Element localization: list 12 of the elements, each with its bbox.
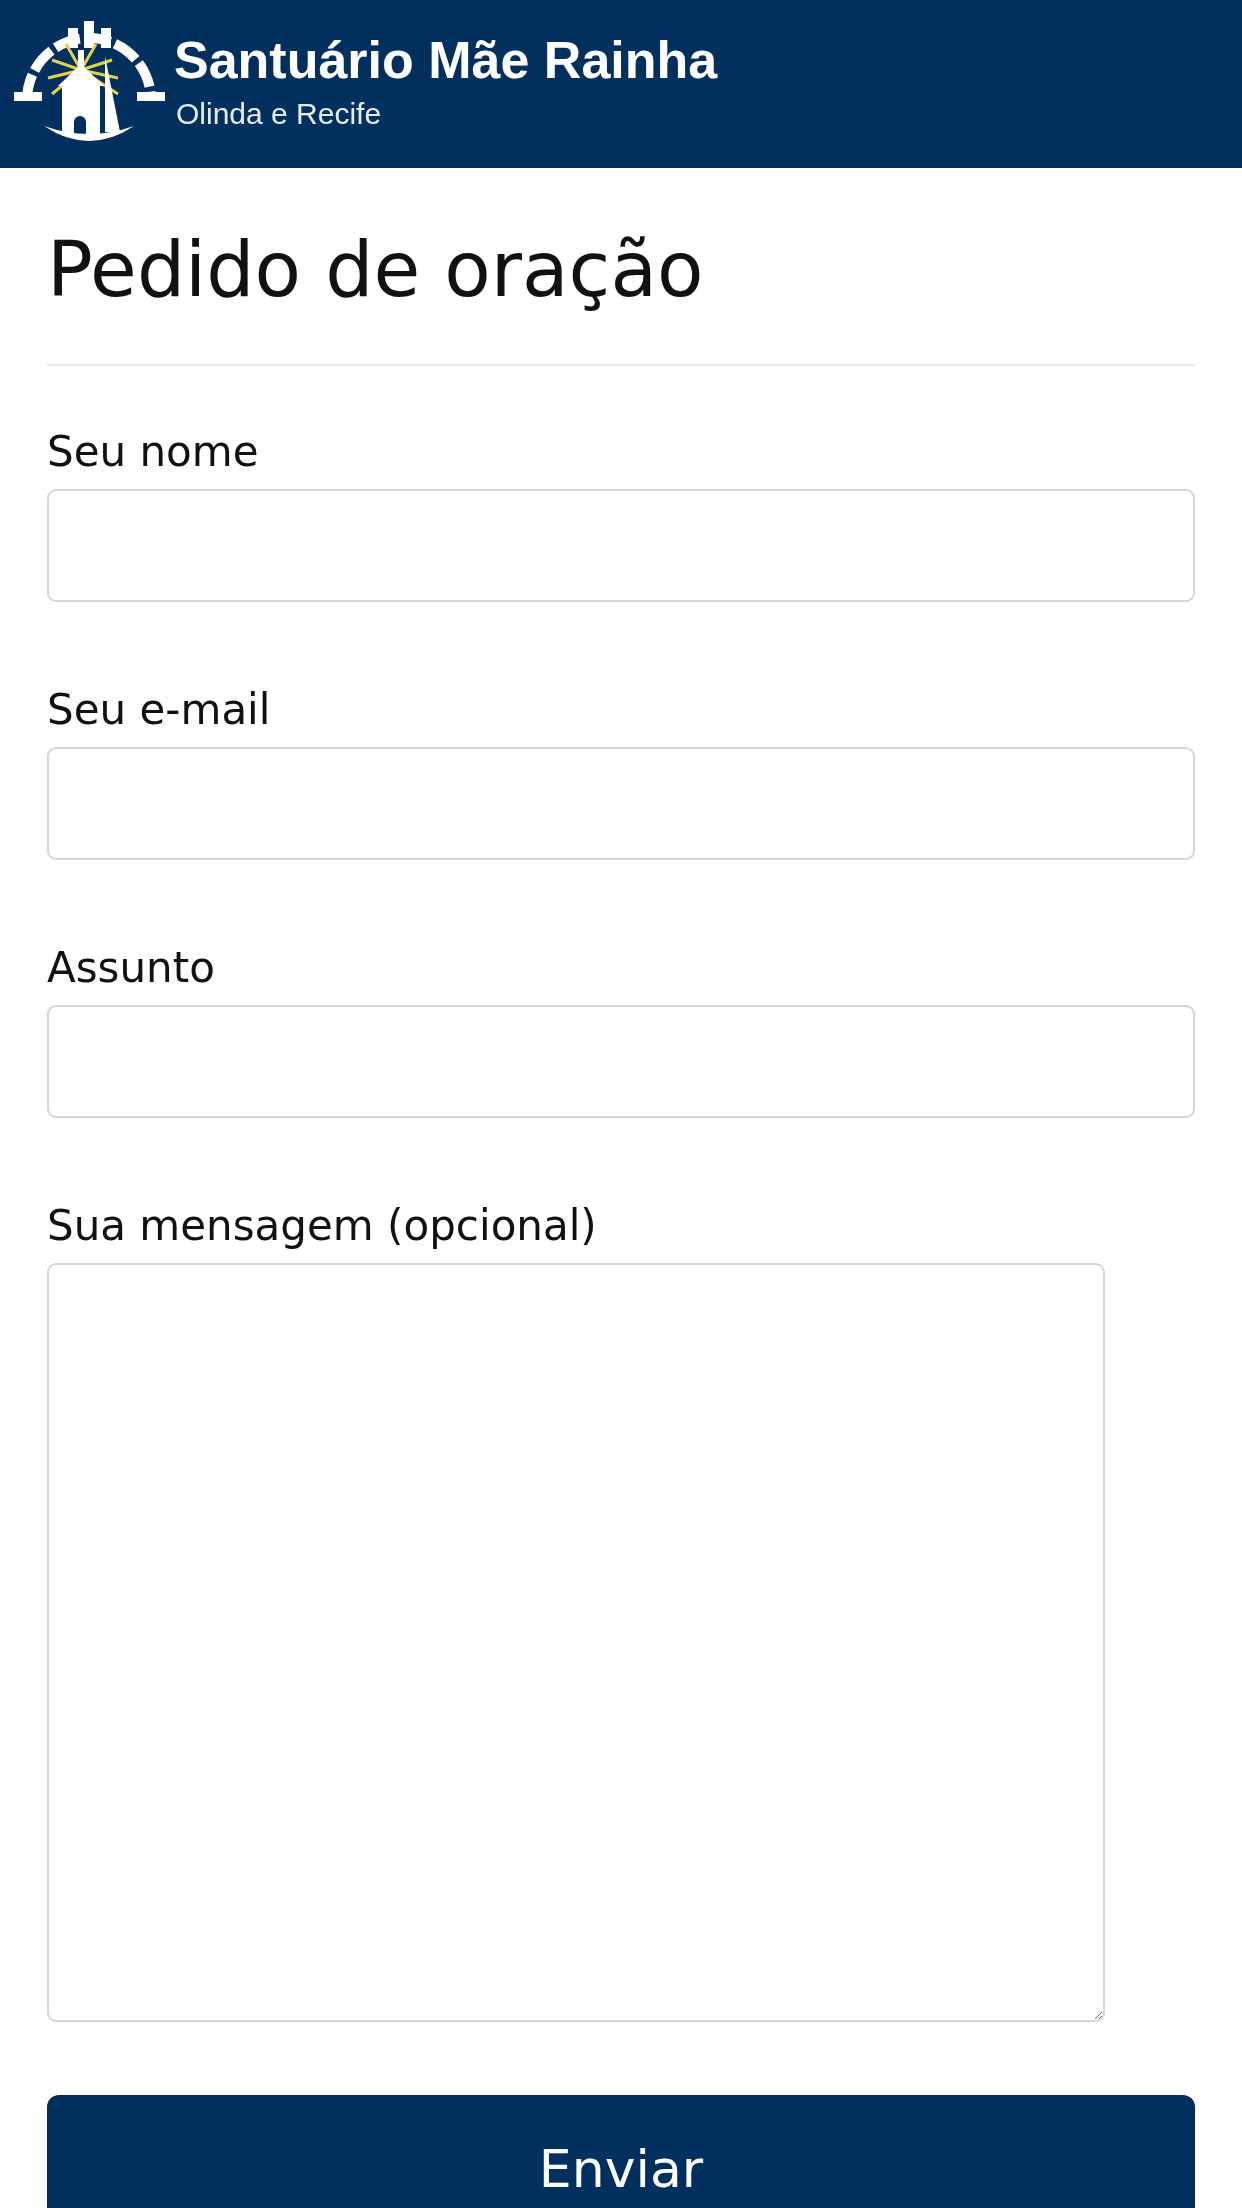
field-label: Seu e-mail — [47, 685, 271, 735]
input-field[interactable] — [47, 489, 1195, 602]
field-label: Seu nome — [47, 427, 259, 477]
field-label: Sua mensagem (opcional) — [47, 1201, 597, 1251]
submit-button[interactable]: Enviar — [47, 2095, 1195, 2208]
logo-title: Santuário Mãe Rainha — [174, 30, 718, 90]
input-field[interactable] — [47, 1005, 1195, 1118]
field-label: Assunto — [47, 943, 215, 993]
page-title: Pedido de oração — [47, 224, 705, 315]
logo-subtitle: Olinda e Recife — [176, 96, 382, 132]
message-field[interactable] — [47, 1263, 1105, 2022]
input-field[interactable] — [47, 747, 1195, 860]
